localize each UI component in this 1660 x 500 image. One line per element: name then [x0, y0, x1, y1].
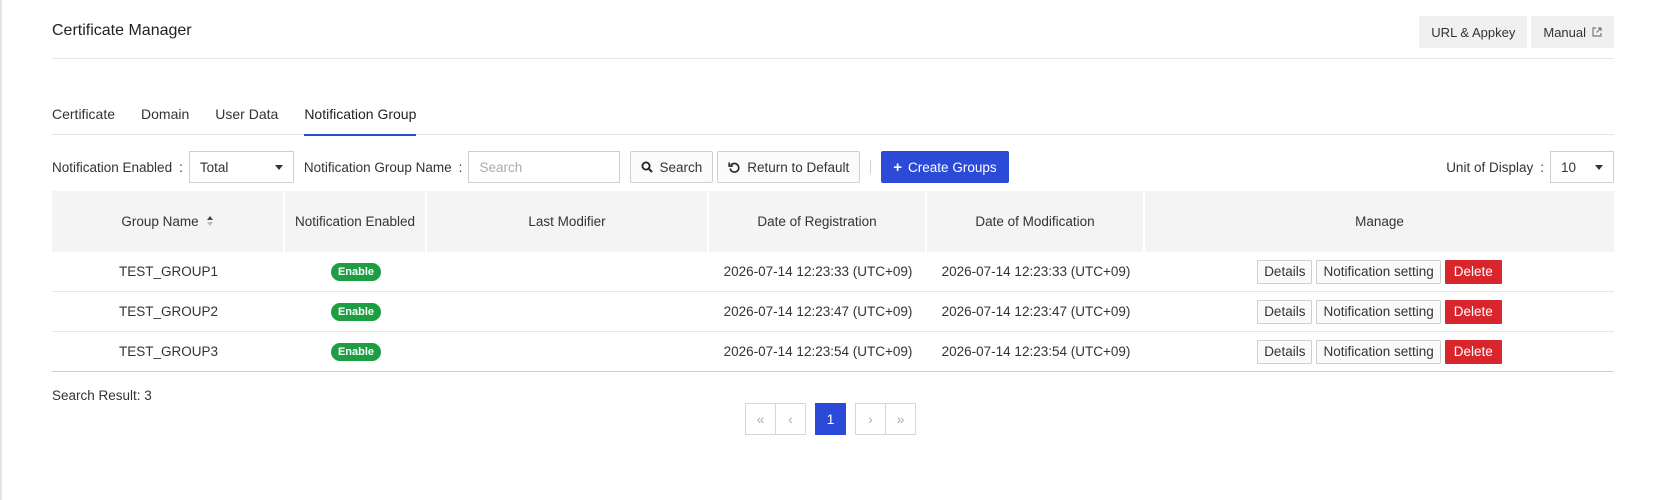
notification-setting-button[interactable]: Notification setting — [1316, 339, 1441, 364]
details-button[interactable]: Details — [1257, 339, 1313, 364]
column-label: Group Name — [121, 214, 199, 229]
chevron-down-icon — [274, 164, 283, 170]
filter-toolbar: Notification Enabled : Total Notificatio… — [52, 151, 1614, 183]
last-modifier-cell — [427, 292, 709, 331]
colon: : — [1540, 159, 1544, 175]
chevron-down-icon — [1595, 164, 1603, 170]
status-badge: Enable — [330, 302, 382, 321]
search-button[interactable]: Search — [630, 151, 714, 183]
modification-date-cell: 2026-07-14 12:23:54 (UTC+09) — [941, 344, 1131, 359]
search-icon — [641, 161, 654, 173]
manage-cell: Details Notification setting Delete — [1145, 252, 1614, 291]
return-to-default-label: Return to Default — [747, 159, 850, 175]
toolbar-divider — [870, 160, 872, 174]
details-button[interactable]: Details — [1257, 299, 1313, 324]
column-label: Manage — [1355, 214, 1404, 229]
sort-icon[interactable] — [206, 215, 214, 228]
last-modifier-cell — [427, 252, 709, 291]
column-label: Date of Registration — [757, 214, 877, 229]
tab-bar: Certificate Domain User Data Notificatio… — [52, 100, 1614, 136]
column-header-date-of-registration: Date of Registration — [709, 191, 927, 252]
notification-enabled-label: Notification Enabled — [52, 159, 173, 175]
search-result-count: Search Result: 3 — [52, 388, 152, 403]
registration-date-cell: 2026-07-14 12:23:54 (UTC+09) — [723, 344, 913, 359]
url-appkey-label: URL & Appkey — [1431, 24, 1516, 40]
notification-group-table: Group Name Notification Enabled Last Mod… — [52, 191, 1614, 372]
table-row: TEST_GROUP1 Enable 2026-07-14 12:23:33 (… — [52, 252, 1614, 292]
plus-icon: + — [893, 158, 903, 176]
last-modifier-cell — [427, 332, 709, 371]
registration-date-cell: 2026-07-14 12:23:33 (UTC+09) — [723, 264, 913, 279]
manual-label: Manual — [1543, 24, 1586, 40]
unit-of-display-label: Unit of Display — [1446, 159, 1534, 175]
column-header-date-of-modification: Date of Modification — [927, 191, 1145, 252]
create-groups-button[interactable]: + Create Groups — [881, 151, 1009, 183]
registration-date-cell: 2026-07-14 12:23:47 (UTC+09) — [723, 304, 913, 319]
delete-button[interactable]: Delete — [1444, 339, 1502, 364]
column-header-notification-enabled: Notification Enabled — [285, 191, 427, 252]
details-button[interactable]: Details — [1257, 259, 1313, 284]
column-header-last-modifier: Last Modifier — [427, 191, 709, 252]
tab-certificate[interactable]: Certificate — [52, 100, 115, 135]
notification-enabled-select[interactable]: Total — [188, 151, 294, 183]
table-row: TEST_GROUP2 Enable 2026-07-14 12:23:47 (… — [52, 292, 1614, 332]
group-name-cell: TEST_GROUP3 — [118, 344, 219, 359]
last-page-button[interactable]: » — [885, 403, 916, 435]
search-button-label: Search — [659, 159, 703, 175]
group-name-cell: TEST_GROUP1 — [118, 264, 219, 279]
notification-setting-button[interactable]: Notification setting — [1316, 259, 1441, 284]
status-badge: Enable — [330, 342, 382, 361]
page-header: Certificate Manager URL & Appkey Manual — [52, 0, 1614, 59]
pagination: « ‹ 1 › » — [745, 403, 916, 435]
group-name-search-input[interactable] — [468, 151, 621, 183]
enabled-cell: Enable — [285, 292, 427, 331]
left-border — [0, 0, 2, 500]
table-header: Group Name Notification Enabled Last Mod… — [52, 191, 1614, 252]
tab-user-data[interactable]: User Data — [215, 100, 278, 135]
return-to-default-button[interactable]: Return to Default — [717, 151, 861, 183]
status-badge: Enable — [330, 262, 382, 281]
page-title: Certificate Manager — [52, 22, 192, 39]
header-buttons: URL & Appkey Manual — [1419, 16, 1614, 48]
page-1-button[interactable]: 1 — [815, 403, 846, 435]
enabled-cell: Enable — [285, 252, 427, 291]
url-appkey-button[interactable]: URL & Appkey — [1419, 16, 1528, 48]
tab-domain[interactable]: Domain — [141, 100, 189, 135]
delete-button[interactable]: Delete — [1444, 299, 1502, 324]
prev-page-button[interactable]: ‹ — [775, 403, 806, 435]
delete-button[interactable]: Delete — [1444, 259, 1502, 284]
modification-date-cell: 2026-07-14 12:23:33 (UTC+09) — [941, 264, 1131, 279]
manage-cell: Details Notification setting Delete — [1145, 292, 1614, 331]
unit-of-display-select[interactable]: 10 — [1550, 151, 1614, 183]
next-page-button[interactable]: › — [855, 403, 886, 435]
colon: : — [179, 159, 183, 175]
table-row: TEST_GROUP3 Enable 2026-07-14 12:23:54 (… — [52, 332, 1614, 372]
external-link-icon — [1592, 27, 1602, 37]
unit-of-display-value: 10 — [1561, 159, 1577, 175]
column-label: Last Modifier — [528, 214, 606, 229]
manual-button[interactable]: Manual — [1531, 16, 1614, 48]
notification-setting-button[interactable]: Notification setting — [1316, 299, 1441, 324]
notification-enabled-value: Total — [199, 159, 229, 175]
page: Certificate Manager URL & Appkey Manual … — [52, 0, 1614, 500]
group-name-label: Notification Group Name — [303, 159, 452, 175]
create-groups-label: Create Groups — [908, 159, 997, 175]
column-label: Notification Enabled — [294, 214, 416, 229]
column-header-manage: Manage — [1145, 191, 1614, 252]
column-header-group-name[interactable]: Group Name — [52, 191, 285, 252]
refresh-icon — [728, 162, 740, 173]
manage-cell: Details Notification setting Delete — [1145, 332, 1614, 371]
colon: : — [458, 159, 463, 175]
enabled-cell: Enable — [285, 332, 427, 371]
first-page-button[interactable]: « — [745, 403, 776, 435]
column-label: Date of Modification — [975, 214, 1095, 229]
tab-notification-group[interactable]: Notification Group — [304, 100, 417, 136]
modification-date-cell: 2026-07-14 12:23:47 (UTC+09) — [941, 304, 1131, 319]
group-name-cell: TEST_GROUP2 — [118, 304, 219, 319]
